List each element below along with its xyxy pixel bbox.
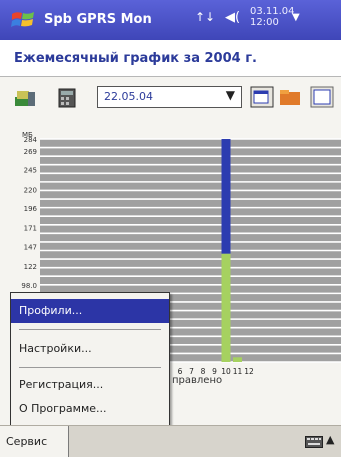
chevron-down-icon[interactable]: ▼	[226, 88, 235, 102]
menu-item-label: Профили...	[19, 304, 83, 317]
bar	[221, 139, 231, 254]
service-button-label: Сервис	[6, 435, 48, 448]
chart-view-icon[interactable]	[310, 86, 334, 108]
clock-dropdown-icon[interactable]: ▼	[292, 12, 300, 23]
page-title: Ежемесячный график за 2004 г.	[14, 51, 257, 66]
clock-time: 12:00	[250, 17, 279, 28]
keyboard-icon[interactable]	[305, 436, 323, 448]
bar	[221, 253, 231, 362]
x-tick-label: 11	[233, 367, 243, 376]
page-heading: Ежемесячный график за 2004 г.	[0, 40, 341, 77]
y-tick-label: 220	[24, 186, 37, 194]
menu-item-label: О Программе...	[19, 402, 107, 415]
menu-item-label: Регистрация...	[19, 378, 104, 391]
x-tick-label: 12	[244, 367, 254, 376]
menu-separator	[19, 367, 161, 368]
windows-start-icon[interactable]	[10, 8, 36, 32]
list-view-icon[interactable]	[250, 86, 274, 108]
input-selector-arrow-icon[interactable]: ▲	[326, 433, 334, 446]
y-tick-label: 269	[24, 148, 37, 156]
app-title: Spb GPRS Mon	[44, 12, 152, 27]
menu-item-settings[interactable]: Настройки...	[11, 337, 169, 361]
menu-item-about[interactable]: О Программе...	[11, 397, 169, 421]
x-tick-label: 10	[221, 367, 231, 376]
date-value: 22.05.04	[104, 90, 153, 103]
folder-icon[interactable]	[278, 86, 302, 108]
clock[interactable]: 03.11.04 12:00	[250, 6, 295, 28]
data-connection-icon[interactable]: ↑↓	[195, 10, 215, 24]
y-tick-label: 196	[24, 205, 38, 213]
y-tick-label: 284	[24, 136, 38, 144]
clock-date: 03.11.04	[250, 6, 295, 17]
chart-caption: правлено	[172, 375, 223, 386]
menu-item-registration[interactable]: Регистрация...	[11, 373, 169, 397]
device-screen: Spb GPRS Mon ↑↓ ◀( 03.11.04 12:00 ▼ Ежем…	[0, 0, 341, 457]
service-menu-button[interactable]: Сервис	[0, 426, 69, 457]
command-bar: Сервис ▲	[0, 425, 341, 457]
title-bar: Spb GPRS Mon ↑↓ ◀( 03.11.04 12:00 ▼	[0, 0, 341, 40]
date-select[interactable]: 22.05.04 ▼	[97, 86, 242, 108]
bar	[233, 357, 242, 362]
menu-separator	[19, 329, 161, 330]
menu-item-profiles[interactable]: Профили...	[11, 299, 169, 323]
toolbar: 22.05.04 ▼	[0, 78, 341, 120]
monitor-icon[interactable]	[14, 88, 36, 108]
volume-icon[interactable]: ◀(	[225, 10, 240, 25]
y-tick-label: 147	[24, 244, 37, 252]
y-tick-label: 98.0	[21, 282, 37, 290]
menu-item-label: Настройки...	[19, 342, 92, 355]
calculator-icon[interactable]	[56, 88, 78, 108]
service-menu: Профили... Настройки... Регистрация... О…	[10, 292, 170, 430]
y-tick-label: 171	[24, 225, 37, 233]
y-tick-label: 245	[24, 167, 37, 175]
y-tick-label: 122	[24, 263, 37, 271]
